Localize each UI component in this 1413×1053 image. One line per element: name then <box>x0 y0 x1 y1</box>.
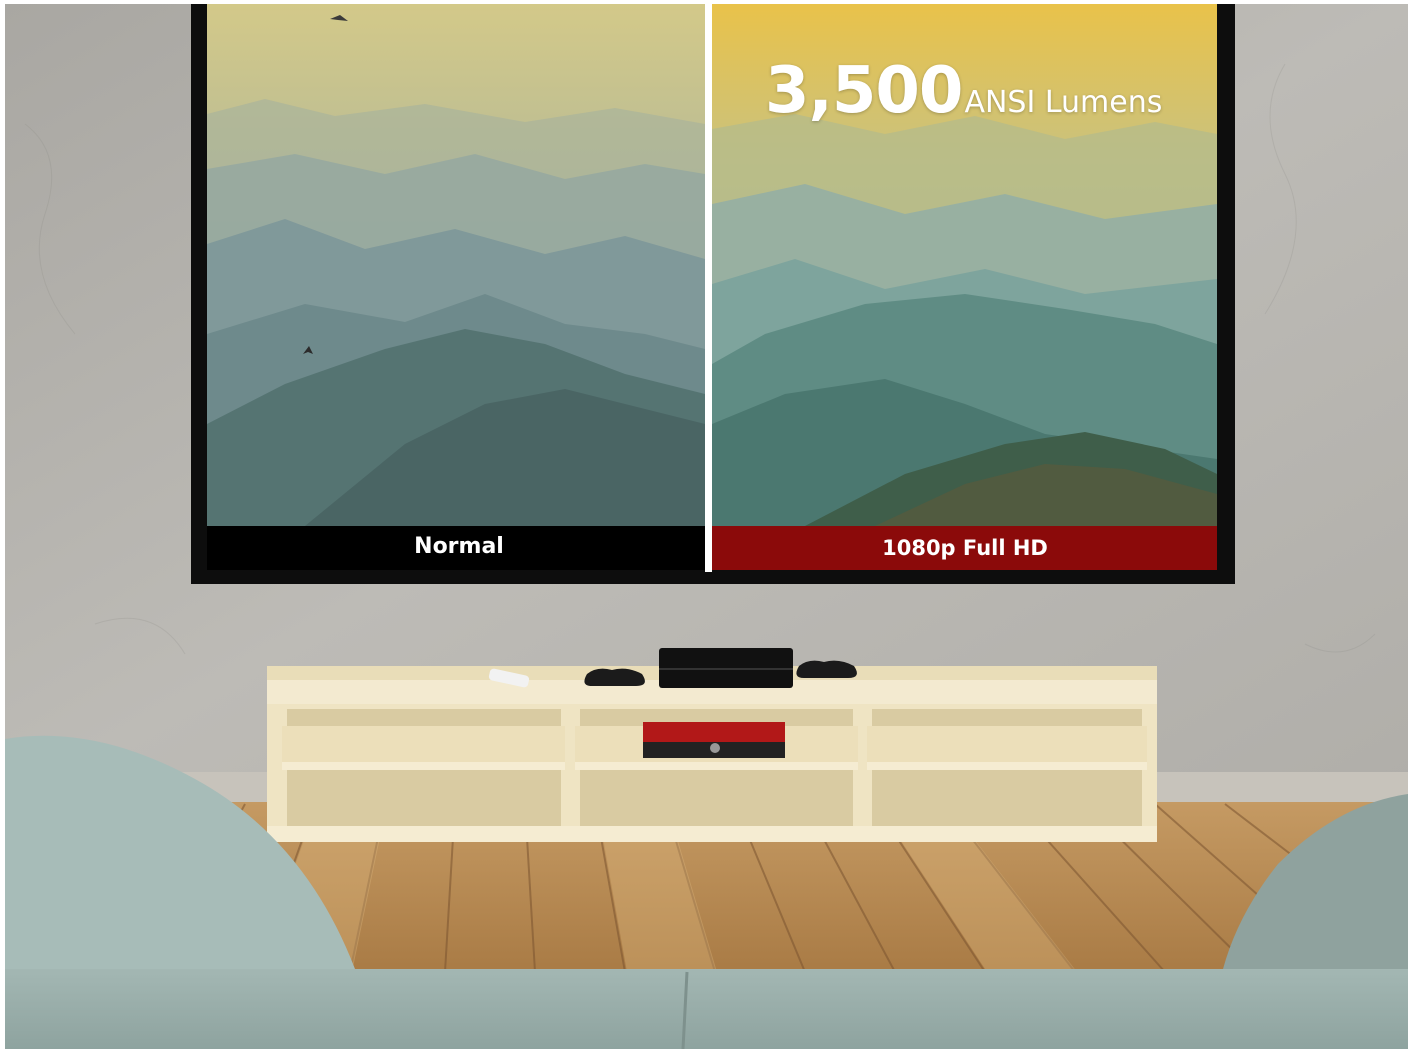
game-controller <box>796 660 857 678</box>
lumens-unit: ANSI Lumens <box>964 85 1163 120</box>
normal-image <box>207 4 705 526</box>
room-illustration <box>5 4 1408 1049</box>
split-divider <box>705 4 712 572</box>
room-scene: Normal 1080p Full HD 3,500ANSI Lumens <box>5 4 1408 1049</box>
brightness-caption: 3,500ANSI Lumens <box>765 54 1162 128</box>
tv-cabinet <box>267 676 1157 842</box>
normal-label: Normal <box>414 534 504 559</box>
game-controller <box>584 668 645 686</box>
full-hd-label: 1080p Full HD <box>882 536 1048 560</box>
lumens-value: 3,500 <box>765 54 963 128</box>
sofa <box>5 969 1408 1049</box>
